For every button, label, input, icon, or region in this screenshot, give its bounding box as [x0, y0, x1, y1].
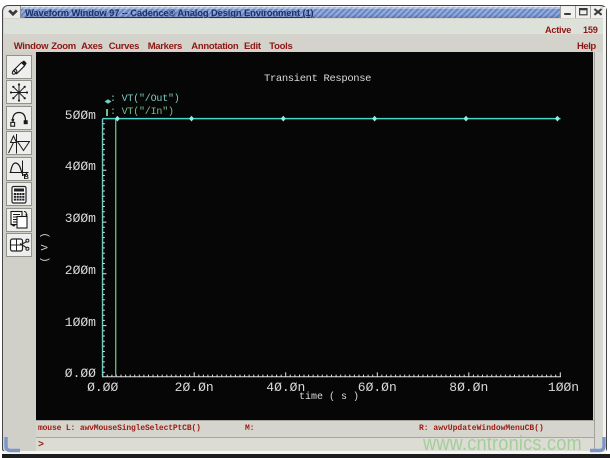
svg-text:B: B	[24, 172, 30, 179]
